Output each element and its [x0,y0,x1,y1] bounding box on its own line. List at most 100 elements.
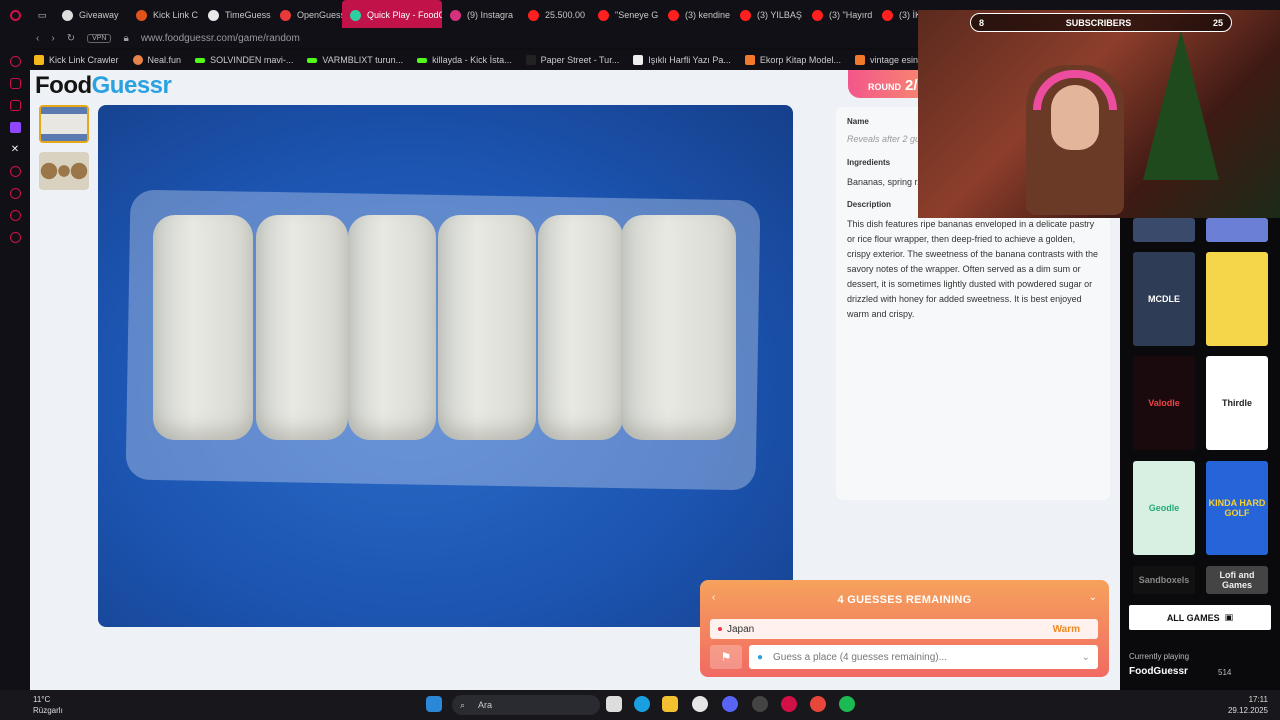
game-title: Lofi and Games [1219,570,1255,590]
photo-thumbnail-2[interactable] [39,152,89,190]
chevron-down-icon[interactable]: ⌄ [1089,592,1097,603]
spotify-icon[interactable] [839,696,855,712]
extensions-icon[interactable] [9,210,21,221]
youtube-icon [740,9,751,21]
bookmark-item[interactable]: SOLVINDEN mavi-... [195,55,293,65]
tab-favicon-icon [450,9,461,21]
tab-label: Giveaway [79,10,119,20]
system-clock[interactable]: 17:11 29.12.2025 [1228,694,1268,716]
game-card-geodle[interactable]: Geodle [1133,461,1195,555]
bookmark-label: Neal.fun [147,55,182,65]
game-card-kinda-hard-golf[interactable]: KINDA HARD GOLF [1206,461,1268,555]
windows-start-icon[interactable] [426,696,442,712]
map-pin-button[interactable]: ⚑ [710,645,742,669]
player-icon[interactable] [9,166,21,177]
food-photo [98,105,793,627]
game-title: Geodle [1148,503,1180,513]
tab-list-icon[interactable]: ▭ [30,0,54,30]
file-explorer-icon[interactable] [662,696,678,712]
food-roll [153,215,253,440]
game-card-valodle[interactable]: Valodle [1133,356,1195,450]
news-icon[interactable] [9,100,21,111]
tab-youtube-3[interactable]: (3) kendine [660,0,732,30]
game-card-lofi[interactable]: Lofi and Games [1206,566,1268,594]
like-count[interactable]: 514 [1218,668,1231,677]
url-field[interactable]: www.foodguessr.com/game/random [141,33,300,44]
food-roll [621,215,736,440]
bookmark-item[interactable]: Paper Street - Tur... [525,55,619,65]
bookmark-item[interactable]: VARMBLIXT turun... [307,55,403,65]
game-card[interactable] [1206,218,1268,242]
tab-youtube-1[interactable]: 25.500.00 [520,0,590,30]
tab-favicon-icon [62,9,73,21]
game-card-thirdle[interactable]: Thirdle [1206,356,1268,450]
windows-taskbar: 11°C Rüzgarlı ⌕ Ara 17:11 29.12.2025 [0,690,1280,720]
obs-icon[interactable] [752,696,768,712]
bookmark-label: Kick Link Crawler [49,55,119,65]
bookmark-item[interactable]: Ekorp Kitap Model... [744,55,841,65]
tab-youtube-2[interactable]: "Seneye G [590,0,660,30]
tab-foodguessr[interactable]: Quick Play - FoodGu [342,0,442,30]
taskbar-search[interactable]: ⌕ Ara [452,695,600,715]
tab-youtube-5[interactable]: (3) "Hayırd [804,0,874,30]
bookmark-label: killayda - Kick İsta... [432,55,512,65]
subscriber-label: SUBSCRIBERS [1065,17,1132,28]
task-view-icon[interactable] [606,696,622,712]
photo-thumbnail-1[interactable] [39,105,89,143]
tab-openguess[interactable]: OpenGuess [272,0,342,30]
subscriber-goal: 25 [1212,17,1223,28]
foodguessr-logo[interactable]: FoodGuessr [35,72,172,100]
tab-youtube-4[interactable]: (3) YILBAŞ [732,0,804,30]
weather-widget[interactable]: 11°C Rüzgarlı [33,694,63,716]
chrome-icon[interactable] [810,696,826,712]
game-card[interactable] [1133,218,1195,242]
food-roll [538,215,623,440]
tab-kick-link[interactable]: Kick Link C [128,0,200,30]
collapse-left-icon[interactable]: ‹ [712,592,715,603]
youtube-icon [668,9,679,21]
weather-desc: Rüzgarlı [33,706,63,715]
dropdown-icon[interactable]: ⌄ [1082,652,1090,663]
game-card[interactable] [1206,252,1268,346]
tab-instagram[interactable]: (9) Instagra [442,0,520,30]
edge-icon[interactable] [634,696,650,712]
guess-place-input[interactable]: ● Guess a place (4 guesses remaining)...… [749,645,1098,669]
food-roll [348,215,436,440]
all-games-label: ALL GAMES [1166,612,1220,623]
forward-icon[interactable]: › [51,33,54,44]
reload-icon[interactable]: ↻ [67,33,75,44]
bookmark-icon [633,55,644,65]
settings-icon[interactable] [9,232,21,243]
twitch-icon[interactable] [9,122,21,133]
search-placeholder: Ara [478,700,493,710]
clock-time: 17:11 [1248,695,1268,704]
guesses-remaining-header: 4 GUESSES REMAINING [837,594,972,606]
bookmark-item[interactable]: Neal.fun [132,55,182,65]
game-card-sandboxels[interactable]: Sandboxels [1133,566,1195,594]
aria-icon[interactable] [9,56,21,67]
messenger-icon[interactable] [9,78,21,89]
all-games-button[interactable]: ALL GAMES ▣ [1129,605,1271,630]
vpn-badge[interactable]: VPN [87,33,112,43]
currently-playing-game[interactable]: FoodGuessr [1129,666,1188,677]
discord-icon[interactable] [722,696,738,712]
opera-menu-icon[interactable] [0,0,30,30]
x-icon[interactable]: ✕ [10,144,21,155]
game-title: MCDLE [1148,294,1180,304]
guess-panel: ‹ 4 GUESSES REMAINING ⌄ Japan Warm ⚑ ● G… [700,580,1109,677]
game-card-mcdle[interactable]: MCDLE [1133,252,1195,346]
steam-icon[interactable] [692,696,708,712]
bookmark-item[interactable]: Kick Link Crawler [34,55,119,65]
tab-label: "Seneye G [615,10,659,20]
bookmark-item[interactable]: Işıklı Harfli Yazı Pa... [633,55,731,65]
history-icon[interactable] [9,188,21,199]
youtube-icon [882,9,893,21]
opera-gx-icon[interactable] [781,696,797,712]
tab-giveaway[interactable]: Giveaway [54,0,128,30]
subscriber-count: 8 [979,17,985,28]
bookmark-item[interactable]: killayda - Kick İsta... [417,55,512,65]
tab-timeguess[interactable]: TimeGuess [200,0,272,30]
back-icon[interactable]: ‹ [36,33,39,44]
kick-icon [307,57,318,63]
tab-favicon-icon [136,9,147,21]
